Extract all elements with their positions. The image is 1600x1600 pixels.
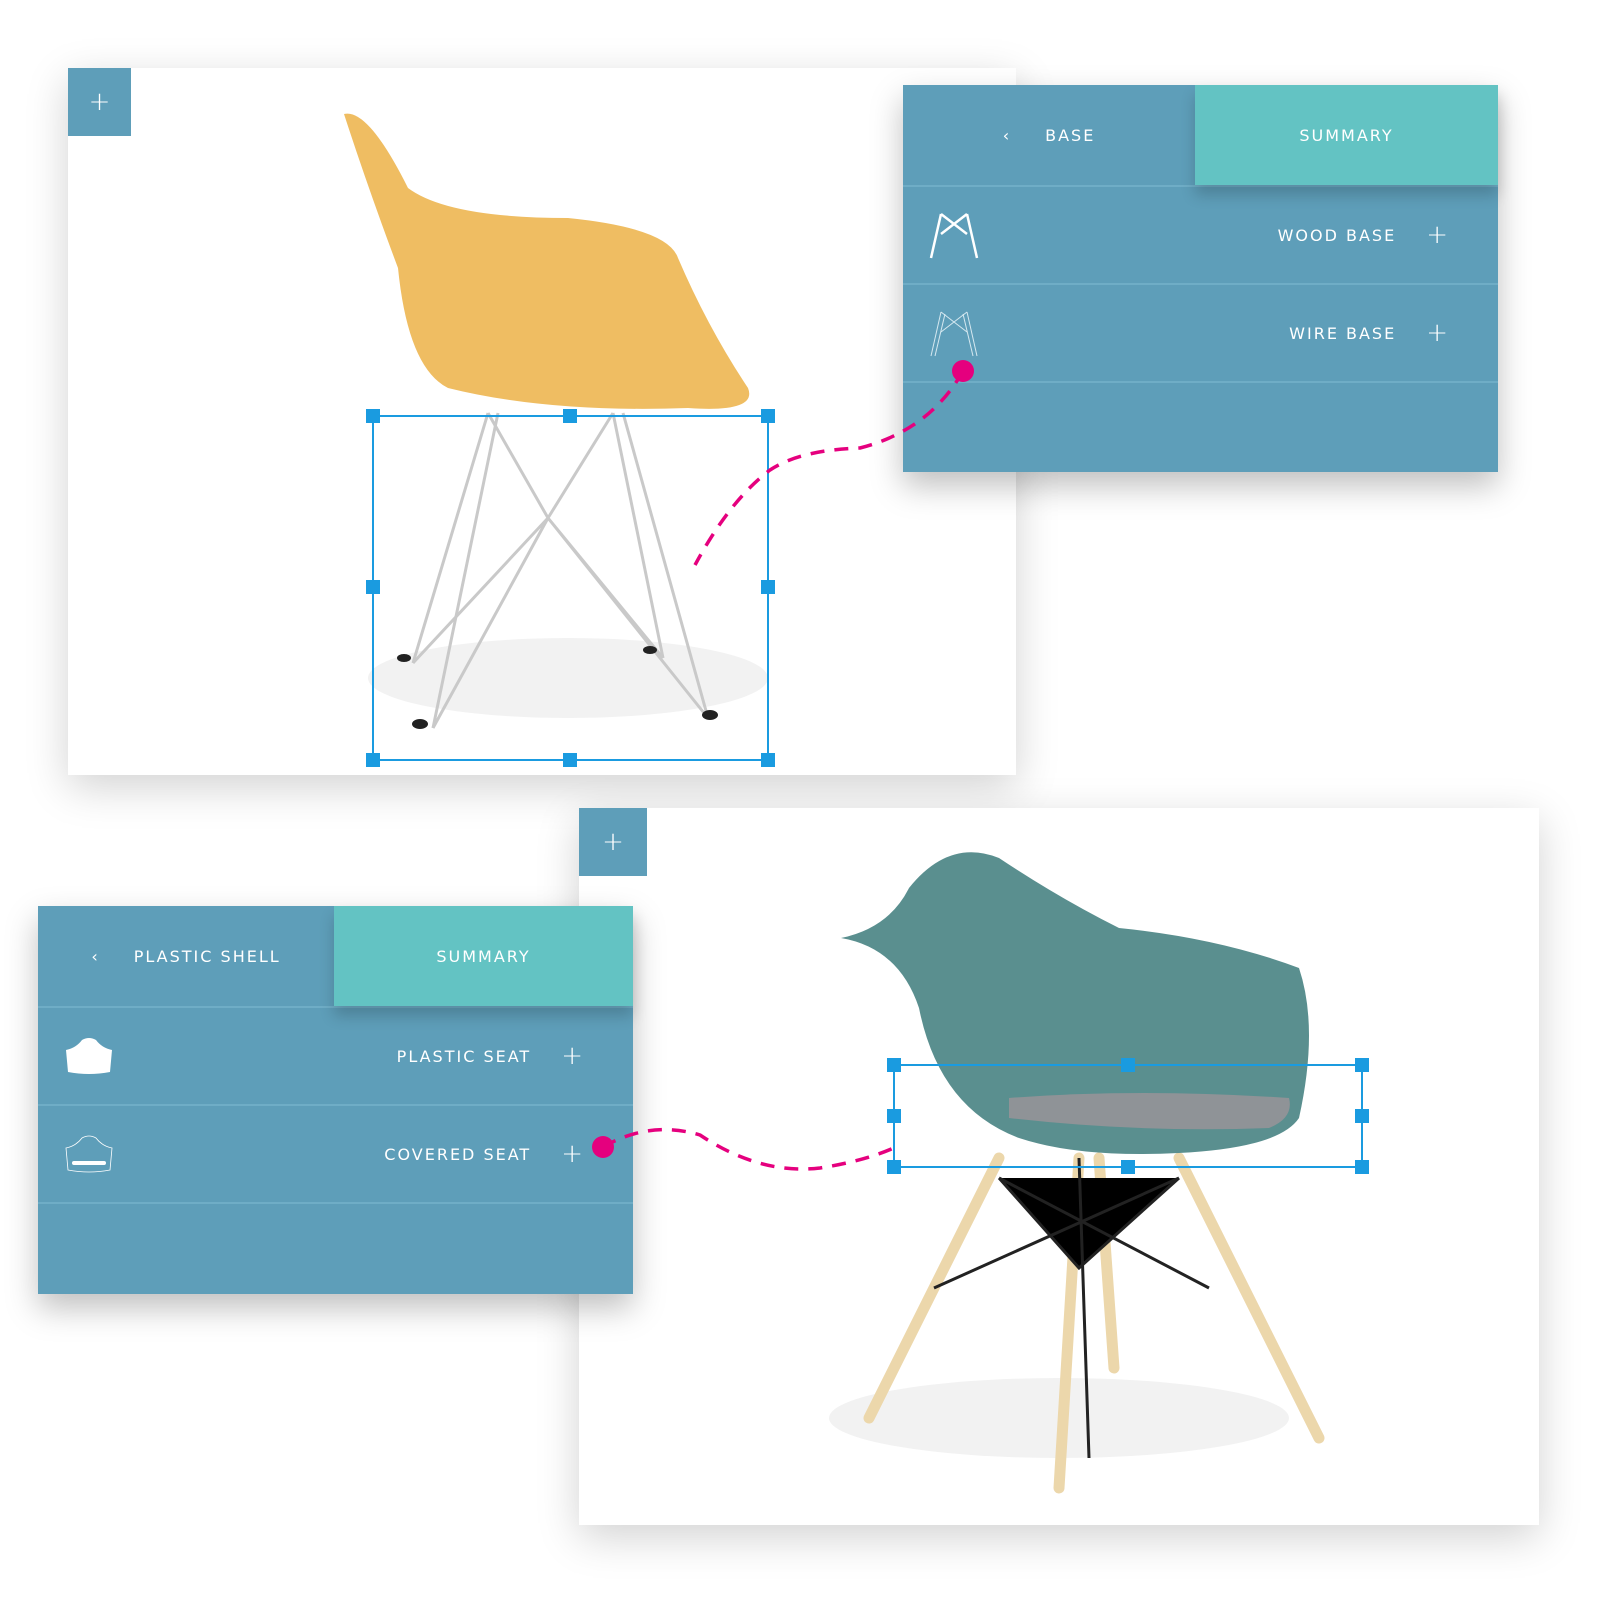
covered-seat-icon [65, 1135, 113, 1173]
back-to-plastic-shell-button[interactable]: ‹ PLASTIC SHELL [38, 906, 334, 1006]
item-label: COVERED SEAT [384, 1144, 532, 1164]
chevron-left-icon: ‹ [1002, 125, 1012, 145]
tab-summary[interactable]: SUMMARY [1195, 85, 1498, 185]
list-item-covered-seat[interactable]: COVERED SEAT + [38, 1106, 633, 1204]
base-options-panel: ‹ BASE SUMMARY WOOD BASE + WIRE BASE + [903, 85, 1498, 472]
plus-icon[interactable]: + [1426, 220, 1448, 250]
wire-base-icon [930, 311, 978, 357]
tab-summary[interactable]: SUMMARY [334, 906, 633, 1006]
back-label: PLASTIC SHELL [133, 946, 281, 966]
shell-options-panel: ‹ PLASTIC SHELL SUMMARY PLASTIC SEAT + C… [38, 906, 633, 1294]
item-label: WOOD BASE [1277, 225, 1397, 245]
plus-icon[interactable]: + [561, 1139, 583, 1169]
bottom-chair-canvas: + [579, 808, 1539, 1525]
list-item-plastic-seat[interactable]: PLASTIC SEAT + [38, 1008, 633, 1106]
plus-icon[interactable]: + [561, 1041, 583, 1071]
back-to-base-button[interactable]: ‹ BASE [903, 85, 1195, 185]
back-label: BASE [1045, 125, 1096, 145]
plus-icon[interactable]: + [1426, 318, 1448, 348]
item-label: WIRE BASE [1289, 323, 1397, 343]
top-chair-canvas: + [68, 68, 1016, 775]
list-item-wood-base[interactable]: WOOD BASE + [903, 187, 1498, 285]
plastic-seat-icon [66, 1038, 112, 1074]
chevron-left-icon: ‹ [91, 946, 100, 966]
yellow-chair-image [344, 113, 768, 729]
list-item-wire-base[interactable]: WIRE BASE + [903, 285, 1498, 383]
wood-base-icon [929, 213, 979, 259]
teal-chair-image [829, 852, 1325, 1494]
item-label: PLASTIC SEAT [396, 1046, 532, 1066]
